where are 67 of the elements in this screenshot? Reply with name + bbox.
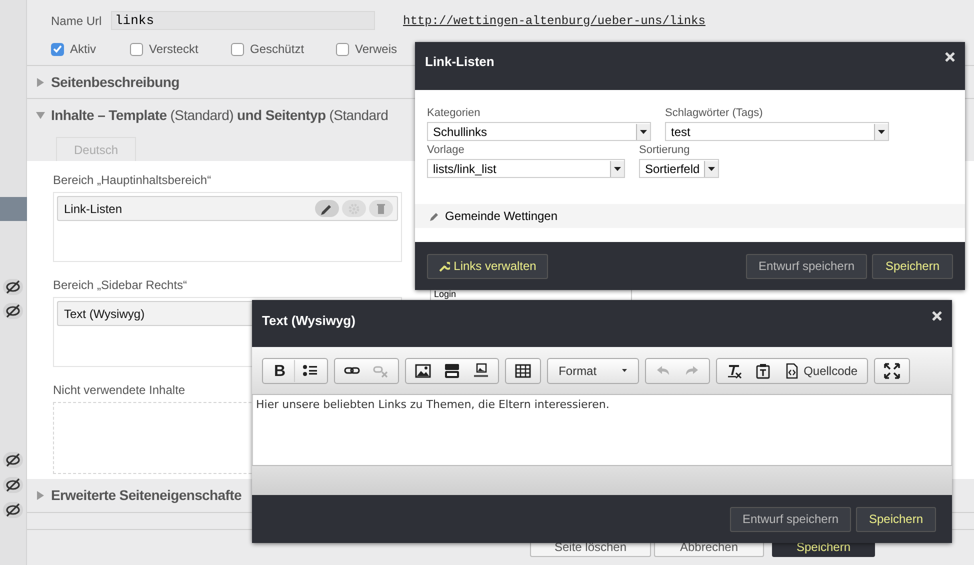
draft-button[interactable]: Entwurf speichern [746,254,867,278]
field-label: Kategorien [427,107,482,121]
area-label: Bereich „Sidebar Rechts“ [53,278,188,294]
dropdown-arrow-icon [640,130,647,134]
dropdown-arrow-icon [708,166,715,170]
section-title[interactable]: Inhalte – Template (Standard) und Seitentyp (Standard [51,104,388,126]
gear-icon [347,202,361,216]
checkbox[interactable] [231,42,244,56]
hidden-eye-icon [3,279,23,295]
select-field[interactable]: Sortierfeld [639,159,719,178]
delete-button[interactable] [369,200,393,217]
checkbox-label: Verweis [355,41,398,58]
bullet-list-icon [302,362,318,378]
code-file-icon [784,362,800,378]
block-title: Text (Wysiwyg) [64,306,145,322]
area-label: Nicht verwendete Inhalte [53,383,186,399]
list-entry[interactable]: Gemeinde Wettingen [415,204,965,228]
hidden-eye-icon [3,452,23,468]
caret-icon [622,369,627,372]
url-link[interactable]: http://wettingen-altenburg/ueber-uns/links [403,12,706,30]
image-icon [414,362,431,378]
clear-format-icon [726,362,742,378]
select-field[interactable]: Schullinks [427,122,651,141]
editor-text: Hier unsere beliebten Links zu Themen, die Eltern interessieren. [256,397,610,413]
content-block[interactable]: Link-Listen [57,196,398,221]
select-field[interactable]: test [665,122,889,141]
source-button[interactable]: Quellcode [778,360,864,382]
draft-button[interactable]: Entwurf speichern [730,506,851,532]
table-icon [514,362,531,378]
checkbox-label: Aktiv [70,41,96,58]
clipboard-icon [754,362,771,378]
section-title[interactable]: Seitenbeschreibung [51,72,180,92]
select-field[interactable]: lists/link_list [427,159,625,178]
section-title[interactable]: Erweiterte Seiteneigenschafte [51,485,242,506]
block-title: Link-Listen [64,200,122,218]
save-button[interactable]: Speichern [856,506,936,532]
dropdown-arrow-icon [878,130,885,134]
dropdown-arrow-icon [614,166,621,170]
hidden-eye-icon [3,303,23,319]
checkbox[interactable] [130,42,143,56]
field-label: Vorlage [427,144,466,158]
checkbox[interactable] [336,42,349,56]
bold-button[interactable]: B [266,360,295,382]
check-icon [53,45,62,53]
close-icon [945,52,955,62]
image-icon [472,362,489,378]
trash-icon [374,202,388,216]
checkbox-label: Geschützt [250,41,304,58]
close-icon [932,311,942,321]
field-label: Sortierung [639,144,691,158]
save-button[interactable]: Speichern [872,254,953,278]
dialog-title: Link-Listen [425,53,494,71]
maximize-icon [884,362,900,378]
format-dropdown[interactable]: Format [550,360,635,382]
hidden-eye-icon [3,502,23,518]
sidebar-highlight [0,197,26,221]
checkbox-label: Versteckt [149,41,198,58]
entry-label: Gemeinde Wettingen [445,208,558,225]
pencil-icon [430,212,439,220]
checkbox[interactable] [51,42,64,56]
hidden-eye-icon [3,477,23,493]
field-label: Name Url [51,12,103,30]
name-url-field[interactable]: links [111,11,375,30]
area-label: Bereich „Hauptinhaltsbereich“ [53,173,212,189]
edit-button[interactable] [315,200,339,217]
manage-links-button[interactable]: Links verwalten [427,254,548,278]
field-label: Schlagwörter (Tags) [665,107,764,121]
